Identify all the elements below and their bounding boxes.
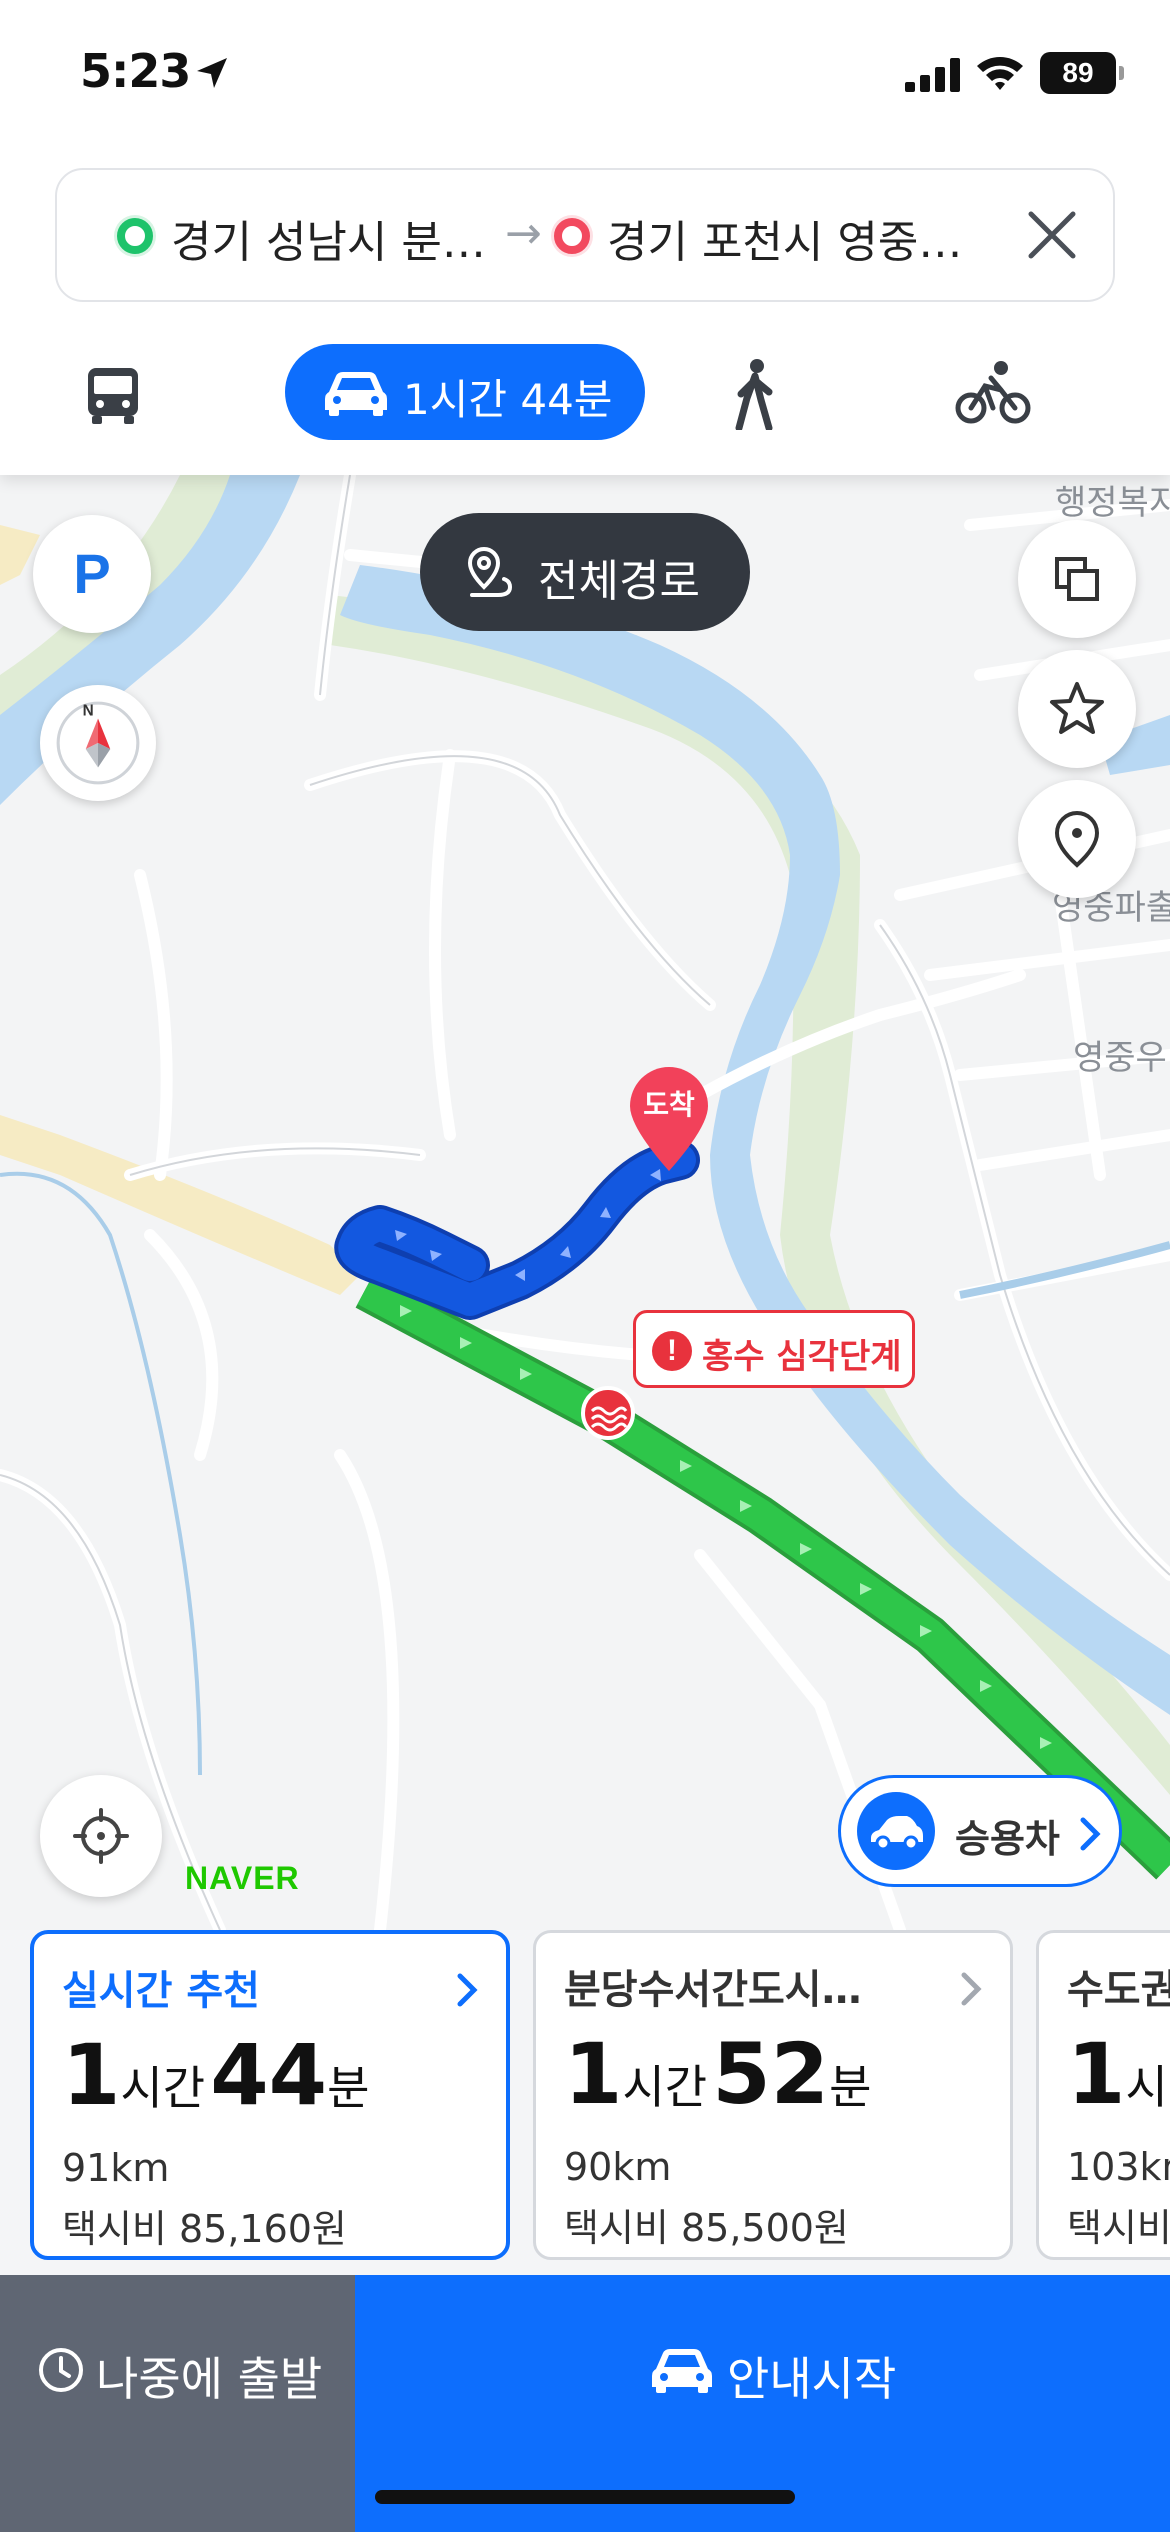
status-time: 5:23: [80, 44, 191, 98]
route-card-fare: 택시비 85,160원: [62, 2207, 347, 2251]
origin-dot-icon: [117, 218, 153, 254]
home-indicator[interactable]: [375, 2490, 795, 2504]
route-overview-icon: [467, 546, 513, 597]
car-duration-label: 1시간 44분: [403, 375, 613, 424]
start-navigation-label: 안내시작: [727, 2352, 897, 2406]
chevron-right-icon: [1080, 1817, 1101, 1851]
parking-button[interactable]: P: [33, 515, 151, 633]
car-icon: [325, 372, 387, 416]
vehicle-type-button[interactable]: 승용차: [838, 1775, 1122, 1887]
route-card-duration: 1시간: [1067, 2025, 1170, 2123]
layers-icon: [1055, 557, 1099, 601]
depart-later-button[interactable]: 나중에 출발: [0, 2275, 355, 2532]
flood-warning-label: 홍수 심각단계: [702, 1337, 902, 1377]
vehicle-icon-badge: [857, 1792, 935, 1870]
bus-icon[interactable]: [80, 362, 146, 428]
destination-dot-icon: [554, 218, 590, 254]
transport-mode-tabs: 1시간 44분: [0, 340, 1170, 450]
route-card-fare: 택시비: [1067, 2206, 1170, 2250]
compass-icon: N: [56, 701, 140, 785]
route-card-distance: 91km: [62, 2146, 170, 2190]
car-icon: [652, 2349, 712, 2393]
clock-icon: [39, 2348, 83, 2392]
star-icon: [1050, 682, 1104, 734]
walk-icon[interactable]: [725, 358, 785, 430]
arrival-label: 도착: [643, 1088, 695, 1121]
map-base: [0, 475, 1170, 1930]
battery-indicator: 89: [1040, 52, 1124, 94]
status-bar: 5:23 89: [0, 0, 1170, 150]
current-location-button[interactable]: [40, 1775, 162, 1897]
route-card-title: 수도권: [1067, 1967, 1170, 2013]
place-label: 영중우: [1073, 1038, 1167, 1078]
cellular-signal-icon: [905, 58, 960, 92]
chevron-right-icon: [457, 1973, 478, 2007]
route-card-duration: 1시간 44분: [62, 2026, 370, 2124]
alert-icon: !: [652, 1331, 692, 1371]
location-pin-icon: [1054, 810, 1100, 868]
route-card[interactable]: 분당수서간도시… 1시간 52분 90km 택시비 85,500원: [533, 1930, 1013, 2260]
chevron-right-icon: [961, 1972, 982, 2006]
close-icon[interactable]: [1017, 200, 1087, 270]
route-card[interactable]: 수도권 1시간 103km 택시비: [1036, 1930, 1170, 2260]
route-card-distance: 90km: [564, 2145, 672, 2189]
current-location-icon: [73, 1808, 129, 1864]
sedan-icon: [871, 1816, 923, 1850]
flood-warning-callout[interactable]: ! 홍수 심각단계: [633, 1310, 915, 1388]
parking-icon: P: [73, 542, 111, 605]
route-card[interactable]: 실시간 추천 1시간 44분 91km 택시비 85,160원: [30, 1930, 510, 2260]
route-card-fare: 택시비 85,500원: [564, 2206, 849, 2250]
route-header: 경기 성남시 분… → 경기 포천시 영중… 1시간 44분: [0, 150, 1170, 475]
origin-field[interactable]: 경기 성남시 분…: [171, 206, 486, 270]
wifi-icon: [977, 57, 1023, 90]
route-card-duration: 1시간 52분: [564, 2025, 872, 2123]
route-arrow-icon: →: [505, 208, 542, 259]
route-search-box[interactable]: 경기 성남시 분… → 경기 포천시 영중…: [55, 168, 1115, 302]
bike-icon[interactable]: [955, 360, 1031, 426]
place-pin-button[interactable]: [1018, 780, 1136, 898]
depart-later-label: 나중에 출발: [96, 2352, 323, 2406]
vehicle-type-label: 승용차: [955, 1817, 1060, 1861]
tab-car[interactable]: 1시간 44분: [285, 344, 645, 440]
destination-field[interactable]: 경기 포천시 영중…: [607, 206, 962, 270]
map-view[interactable]: 행정복지 영중파출 영중우 P N 전체경로 도착 ! 홍수 심각단계 NAVE…: [0, 475, 1170, 1930]
compass-button[interactable]: N: [40, 685, 156, 801]
route-cards: 실시간 추천 1시간 44분 91km 택시비 85,160원 분당수서간도시……: [0, 1920, 1170, 2275]
route-card-distance: 103km: [1067, 2145, 1170, 2189]
place-label: 행정복지: [1055, 483, 1170, 523]
favorite-button[interactable]: [1018, 650, 1136, 768]
route-card-title: 분당수서간도시…: [564, 1967, 862, 2013]
layers-button[interactable]: [1018, 520, 1136, 638]
svg-text:N: N: [83, 702, 94, 719]
full-route-button[interactable]: 전체경로: [420, 513, 750, 631]
flood-hazard-icon[interactable]: [580, 1385, 636, 1441]
arrival-marker[interactable]: 도착: [628, 1065, 710, 1175]
full-route-label: 전체경로: [538, 556, 700, 607]
naver-logo: NAVER: [185, 1860, 300, 1896]
route-card-title: 실시간 추천: [62, 1968, 260, 2014]
location-arrow-icon: [197, 58, 227, 88]
